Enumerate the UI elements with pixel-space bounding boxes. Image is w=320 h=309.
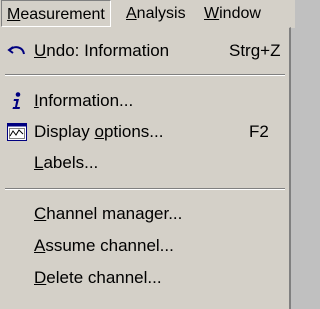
display-options-icon [7,122,27,142]
menu-item-delete-channel-rest: elete channel... [46,268,162,287]
menu-bar: Measurement Analysis Window [0,0,295,28]
menu-measurement-rest: easurement [20,6,105,23]
menu-item-assume-channel-label: Assume channel... [34,231,174,261]
menu-analysis-accel: A [126,5,137,22]
menu-window[interactable]: Window [199,0,266,27]
menu-item-undo[interactable]: Undo: Information Strg+Z [1,36,289,66]
menu-separator [5,74,285,76]
menu-window-rest: indow [219,5,261,22]
menu-item-assume-channel-rest: ssume channel... [45,236,174,255]
menu-item-delete-channel[interactable]: Delete channel... [1,263,289,293]
menu-item-channel-manager-accel: C [34,204,47,223]
menu-item-display-options-pre: Display [34,122,95,141]
menu-item-display-options-shortcut: F2 [249,122,269,141]
menu-item-undo-rest: ndo: Information [46,41,170,60]
menu-separator [5,188,285,190]
menu-item-undo-accel: U [34,41,47,60]
menu-item-display-options-rest: ptions... [103,122,164,141]
info-icon [7,91,27,111]
menu-item-information[interactable]: Information... [1,86,289,116]
menu-item-assume-channel[interactable]: Assume channel... [1,231,289,261]
menu-item-labels[interactable]: Labels... [1,148,289,178]
menu-item-channel-manager[interactable]: Channel manager... [1,199,289,229]
menu-item-display-options-accel: o [94,122,104,141]
menu-item-labels-label: Labels... [34,148,98,178]
menu-item-display-options-label: Display options... [34,117,163,147]
undo-icon [7,41,27,61]
menu-analysis[interactable]: Analysis [121,0,191,27]
menu-measurement-accel: M [7,6,21,23]
menu-item-assume-channel-accel: A [34,236,46,255]
menu-item-undo-label: Undo: Information [34,36,169,66]
measurement-dropdown-menu: Undo: Information Strg+Z Information... … [0,27,291,309]
menu-item-labels-rest: abels... [43,153,99,172]
menu-item-channel-manager-label: Channel manager... [34,199,182,229]
menu-item-undo-shortcut: Strg+Z [229,41,281,60]
menu-window-accel: W [204,5,220,22]
menu-item-information-label: Information... [34,86,133,116]
menu-item-delete-channel-label: Delete channel... [34,263,162,293]
menu-item-display-options[interactable]: Display options... F2 [1,117,289,147]
menu-measurement[interactable]: Measurement [1,0,111,27]
menu-item-delete-channel-accel: D [34,268,47,287]
menu-analysis-rest: nalysis [136,5,186,22]
menu-item-information-rest: nformation... [38,91,134,110]
menu-item-channel-manager-rest: hannel manager... [46,204,183,223]
